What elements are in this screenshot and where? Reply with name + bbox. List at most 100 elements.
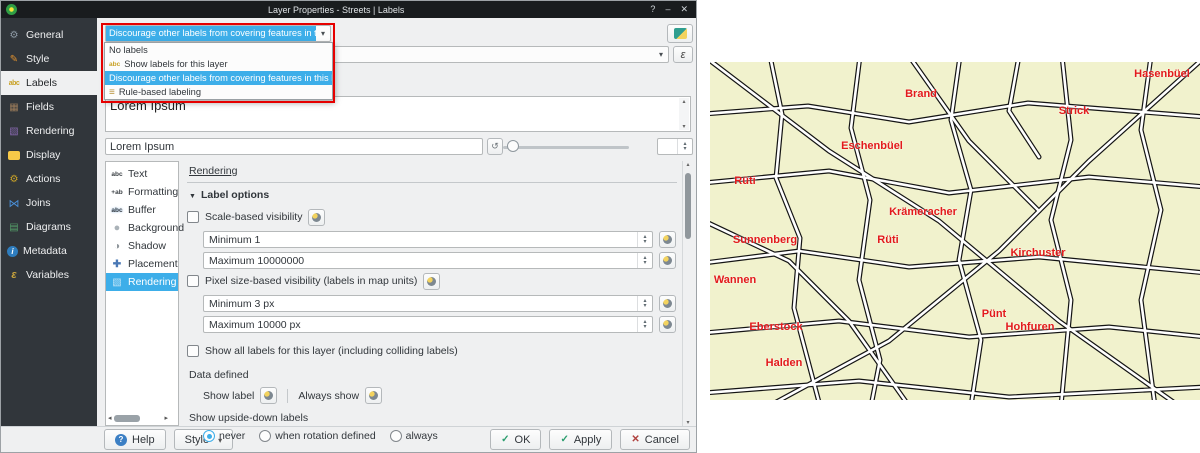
pixel-min-spinbox[interactable]: Minimum 3 px	[203, 295, 653, 312]
show-all-labels-checkbox[interactable]	[187, 345, 199, 357]
gear-icon: ⚙	[7, 173, 21, 185]
tab-label: Background	[128, 222, 184, 234]
tab-label: Formatting	[128, 186, 178, 198]
preview-scale-slider[interactable]	[503, 138, 629, 155]
window-close-button[interactable]: ✕	[680, 4, 688, 15]
radio-option-never[interactable]: never	[203, 430, 245, 442]
always-show-button[interactable]: Always show	[298, 390, 359, 402]
help-button[interactable]: ? Help	[104, 429, 166, 450]
radio-label: never	[219, 430, 245, 442]
rules-icon: ≡	[109, 87, 115, 98]
preview-size-spinbox[interactable]	[657, 138, 693, 155]
settings-header: Rendering	[189, 165, 237, 177]
radio-option-rotation[interactable]: when rotation defined	[259, 430, 375, 442]
sidebar-item-actions[interactable]: ⚙ Actions	[1, 167, 97, 191]
spin-arrows-icon[interactable]	[637, 317, 652, 332]
radio-button[interactable]	[203, 430, 215, 442]
sidebar-item-labels[interactable]: abc Labels	[1, 71, 97, 95]
scrollbar-thumb[interactable]	[114, 415, 140, 422]
option-discourage-covering[interactable]: Discourage other labels from covering fe…	[105, 71, 332, 85]
tab-formatting[interactable]: +ab Formatting	[106, 183, 178, 201]
sidebar-item-metadata[interactable]: i Metadata	[1, 239, 97, 263]
data-defined-override-button[interactable]	[659, 295, 676, 312]
sample-text-input[interactable]	[105, 138, 483, 155]
pixel-max-row: Maximum 10000 px	[203, 316, 677, 333]
pixel-min-value: Minimum 3 px	[209, 298, 274, 310]
data-defined-override-button[interactable]	[260, 387, 277, 404]
spin-arrows-icon[interactable]	[637, 296, 652, 311]
show-all-labels-label: Show all labels for this layer (includin…	[205, 345, 458, 357]
sidebar-item-general[interactable]: ⚙ General	[1, 23, 97, 47]
window-minimize-button[interactable]: –	[665, 4, 670, 15]
chart-icon: ▤	[7, 221, 21, 233]
spin-arrows-icon[interactable]	[637, 253, 652, 268]
scrollbar-thumb[interactable]	[685, 173, 691, 239]
data-defined-override-button[interactable]	[423, 273, 440, 290]
pixel-visibility-checkbox[interactable]	[187, 275, 199, 287]
data-defined-override-button[interactable]	[659, 252, 676, 269]
data-defined-override-button[interactable]	[659, 316, 676, 333]
pixel-max-spinbox[interactable]: Maximum 10000 px	[203, 316, 653, 333]
data-defined-row: Show label Always show	[203, 387, 677, 404]
option-no-labels[interactable]: No labels	[105, 43, 332, 57]
sidebar-item-fields[interactable]: ▦ Fields	[1, 95, 97, 119]
data-defined-override-button[interactable]	[365, 387, 382, 404]
data-defined-override-button[interactable]	[308, 209, 325, 226]
vertical-scrollbar[interactable]	[682, 161, 693, 426]
data-defined-icon	[369, 391, 378, 400]
sidebar-item-style[interactable]: ✎ Style	[1, 47, 97, 71]
labeling-mode-combobox[interactable]: Discourage other labels from covering fe…	[105, 25, 331, 42]
tab-rendering[interactable]: ▧ Rendering	[106, 273, 178, 291]
map-label: Eschenbüel	[841, 140, 903, 152]
reset-icon: ↺	[491, 141, 499, 151]
sidebar-item-rendering[interactable]: ▧ Rendering	[1, 119, 97, 143]
titlebar[interactable]: Layer Properties - Streets | Labels ? – …	[1, 1, 696, 18]
automated-placement-button[interactable]	[667, 24, 693, 43]
expression-builder-button[interactable]: ε	[673, 46, 693, 63]
pixel-visibility-label: Pixel size-based visibility (labels in m…	[205, 275, 417, 287]
sidebar-item-variables[interactable]: ε Variables	[1, 263, 97, 287]
sidebar-item-label: Style	[26, 53, 49, 65]
chevron-down-icon	[316, 26, 330, 41]
spin-arrows-icon[interactable]	[637, 232, 652, 247]
spin-arrows-icon[interactable]	[677, 139, 692, 154]
window-title: Layer Properties - Streets | Labels	[22, 5, 650, 15]
horizontal-scrollbar[interactable]	[108, 413, 168, 423]
map-label: Sunnenberg	[733, 234, 797, 246]
sidebar-item-display[interactable]: Display	[1, 143, 97, 167]
slider-handle[interactable]	[507, 140, 519, 152]
radio-button[interactable]	[259, 430, 271, 442]
option-show-labels[interactable]: abc Show labels for this layer	[105, 57, 332, 71]
tab-shadow[interactable]: ◑ Shadow	[106, 237, 178, 255]
preview-scrollbar[interactable]	[679, 98, 689, 130]
tab-background[interactable]: ● Background	[106, 219, 178, 237]
radio-button[interactable]	[390, 430, 402, 442]
sidebar-item-label: Display	[26, 149, 60, 161]
option-rule-based[interactable]: ≡ Rule-based labeling	[105, 85, 332, 99]
data-defined-icon	[312, 213, 321, 222]
label-options-section-header[interactable]: Label options	[187, 183, 677, 205]
sidebar-item-label: Fields	[26, 101, 54, 113]
help-icon: ?	[115, 434, 127, 446]
scale-visibility-checkbox[interactable]	[187, 211, 199, 223]
data-defined-override-button[interactable]	[659, 231, 676, 248]
upside-down-heading: Show upside-down labels	[189, 412, 677, 424]
window-help-button[interactable]: ?	[650, 4, 655, 15]
sidebar-item-joins[interactable]: ⋈ Joins	[1, 191, 97, 215]
map-view[interactable]: HasenbüelBrandStrickEschenbüelRütiKrämer…	[710, 62, 1200, 400]
radio-label: always	[406, 430, 438, 442]
data-defined-icon	[663, 235, 672, 244]
radio-option-always[interactable]: always	[390, 430, 438, 442]
tab-buffer[interactable]: abc Buffer	[106, 201, 178, 219]
show-label-button[interactable]: Show label	[203, 390, 254, 402]
tab-placement[interactable]: ✚ Placement	[106, 255, 178, 273]
option-label: Discourage other labels from covering fe…	[109, 73, 332, 83]
scale-max-spinbox[interactable]: Maximum 10000000	[203, 252, 653, 269]
map-label: Eberstock	[749, 321, 802, 333]
tab-text[interactable]: abc Text	[106, 165, 178, 183]
sidebar-item-diagrams[interactable]: ▤ Diagrams	[1, 215, 97, 239]
labels-icon: abc	[7, 77, 21, 89]
scale-min-spinbox[interactable]: Minimum 1	[203, 231, 653, 248]
reset-sample-button[interactable]: ↺	[487, 138, 503, 155]
option-label: Show labels for this layer	[124, 59, 227, 69]
